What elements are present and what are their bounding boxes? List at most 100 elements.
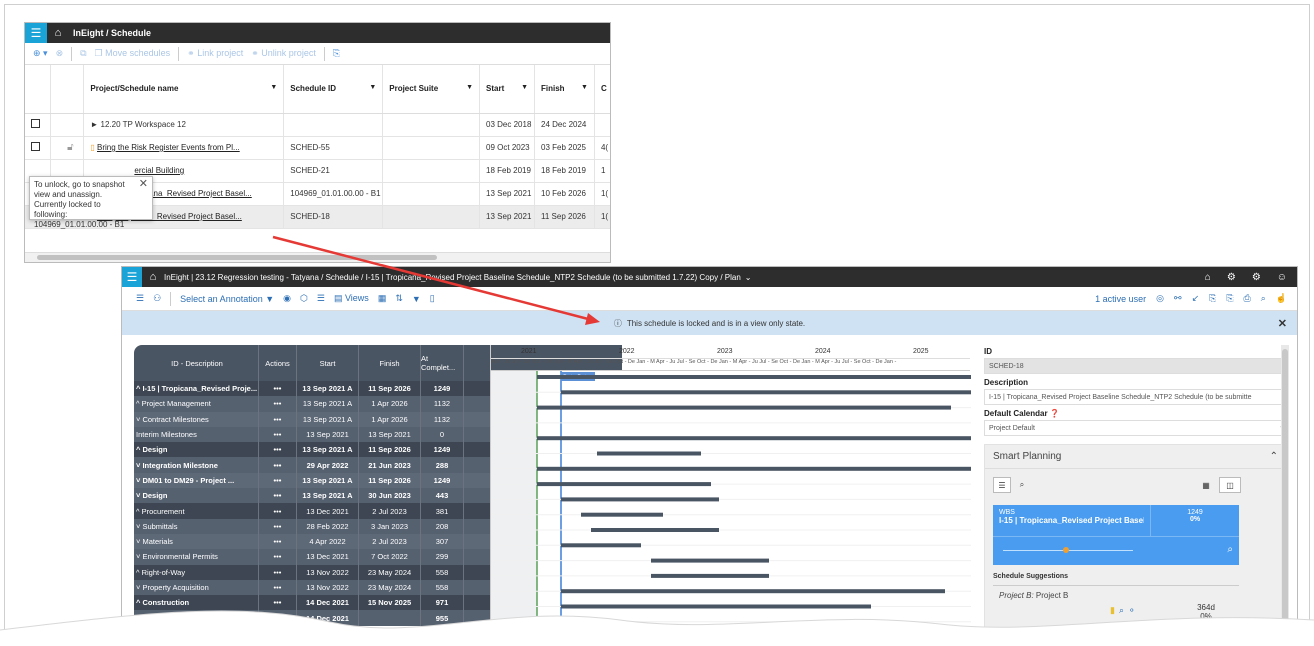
filter-icon[interactable]: ▼	[270, 84, 277, 91]
gantt-bar[interactable]	[561, 543, 641, 548]
col-finish[interactable]: Finish ▼	[534, 65, 595, 114]
gantt-bar[interactable]	[651, 573, 769, 578]
col-c[interactable]: C	[594, 65, 610, 114]
menu-icon[interactable]: ☰	[25, 23, 47, 43]
gantt-bar[interactable]	[651, 558, 769, 563]
row-actions[interactable]: •••	[259, 457, 297, 473]
col-id[interactable]: Schedule ID ▼	[283, 65, 384, 114]
wbs-card[interactable]: WBS I-15 | Tropicana_Revised Project Bas…	[993, 505, 1239, 565]
gantt-bar[interactable]	[537, 482, 711, 487]
gantt-bar[interactable]	[581, 512, 663, 517]
search-icon[interactable]: ⌕	[1261, 293, 1266, 304]
row-actions[interactable]: •••	[259, 426, 297, 443]
calendar-icon[interactable]: ▦	[1197, 477, 1215, 493]
indent-icon[interactable]: ☰	[317, 293, 325, 304]
row-actions[interactable]: •••	[259, 396, 297, 412]
col-header[interactable]: Finish	[359, 345, 421, 381]
export-icon[interactable]: ⎘	[1209, 293, 1216, 304]
breadcrumb[interactable]: InEight | 23.12 Regression testing - Tat…	[164, 273, 741, 282]
description-field[interactable]: I-15 | Tropicana_Revised Project Baselin…	[984, 389, 1289, 405]
export-icon[interactable]: ⎘	[333, 48, 340, 59]
gantt-bar[interactable]	[561, 497, 719, 502]
gantt-bar[interactable]	[537, 375, 971, 379]
help-icon[interactable]: ☝	[1276, 293, 1287, 304]
cube-icon[interactable]: ⬡	[300, 293, 308, 304]
close-icon[interactable]: ✕	[139, 179, 148, 190]
row-actions[interactable]: •••	[259, 549, 297, 565]
unlink-project-button[interactable]: ⚭ Unlink project	[251, 48, 316, 59]
filter-icon[interactable]: ▼	[521, 84, 528, 91]
col-start[interactable]: Start ▼	[479, 65, 536, 114]
row-actions[interactable]: •••	[259, 579, 297, 596]
panel-icon[interactable]: ▯	[430, 293, 435, 304]
filter-icon[interactable]: ▼	[412, 294, 421, 304]
add-icon[interactable]: ⊕ ▾	[33, 48, 48, 59]
camera-icon[interactable]: ◫	[1219, 477, 1241, 493]
row-name[interactable]: ► 12.20 TP Workspace 12	[83, 113, 285, 137]
col-name[interactable]: Project/Schedule name ▼	[83, 65, 285, 114]
row-actions[interactable]: •••	[259, 564, 297, 580]
gantt-bar[interactable]	[537, 405, 951, 410]
copy-icon[interactable]: ⧉	[80, 48, 86, 59]
help-icon[interactable]: ❓	[1050, 409, 1060, 418]
id-field[interactable]: SCHED-18	[984, 358, 1289, 374]
scrollbar-thumb[interactable]	[1282, 349, 1288, 629]
calendar-select[interactable]: Project Default▾	[984, 420, 1289, 436]
row-name[interactable]: Bring the Risk Register Events from Pl..…	[97, 143, 240, 152]
table-row[interactable]: 🔓︎ ▯ Bring the Risk Register Events from…	[25, 136, 610, 160]
chevron-down-icon[interactable]: ⌄	[741, 273, 752, 282]
link-icon[interactable]: ⚯	[1174, 293, 1182, 304]
filter-icon[interactable]: ▼	[581, 84, 588, 91]
active-users[interactable]: 1 active user	[1095, 294, 1146, 304]
filter-icon[interactable]: ▼	[369, 84, 376, 91]
wbs-slider[interactable]: ⌕	[993, 537, 1239, 565]
row-actions[interactable]: •••	[259, 533, 297, 550]
eye-icon[interactable]: ◉	[283, 293, 291, 304]
bank-icon[interactable]: ⌂	[1205, 272, 1211, 283]
scrollbar-thumb[interactable]	[37, 255, 437, 260]
list-icon[interactable]: ☰	[993, 477, 1011, 493]
user-icon[interactable]: ☺	[1277, 272, 1287, 283]
gantt-bar[interactable]	[537, 466, 971, 471]
gantt-bar[interactable]	[537, 436, 971, 441]
row-checkbox[interactable]	[31, 119, 40, 128]
row-actions[interactable]: •••	[259, 442, 297, 458]
gantt-bar[interactable]	[561, 589, 945, 594]
col-header[interactable]: At Complet...	[421, 345, 464, 381]
row-checkbox[interactable]	[31, 142, 40, 151]
gantt-bar[interactable]	[561, 390, 971, 395]
col-header[interactable]: Actions	[259, 345, 297, 381]
list-icon[interactable]: ☰	[136, 293, 144, 304]
row-actions[interactable]: •••	[259, 518, 297, 534]
print-icon[interactable]: ⎙	[1244, 293, 1251, 304]
horizontal-scrollbar[interactable]	[25, 252, 610, 262]
gantt-bar[interactable]	[591, 528, 719, 532]
gear-icon[interactable]: ⚙	[1227, 272, 1236, 283]
views-button[interactable]: ▤ Views	[334, 293, 369, 304]
close-icon[interactable]: ✕	[1278, 317, 1287, 330]
home-icon[interactable]: ⌂	[47, 27, 69, 39]
col-suite[interactable]: Project Suite ▼	[382, 65, 481, 114]
gantt-bar[interactable]	[597, 451, 701, 456]
home-icon[interactable]: ⌂	[142, 271, 164, 283]
menu-icon[interactable]: ☰	[122, 267, 142, 287]
filter-icon[interactable]: ▼	[466, 84, 473, 91]
row-actions[interactable]: •••	[259, 503, 297, 519]
people-icon[interactable]: ⚇	[153, 293, 161, 304]
search-icon[interactable]: ⌕	[1015, 477, 1029, 493]
camera-icon[interactable]: ◎	[1156, 293, 1164, 304]
table-row[interactable]: ► 12.20 TP Workspace 12 03 Dec 2018 24 D…	[25, 113, 610, 137]
settings-icon[interactable]: ⚙	[1252, 272, 1261, 283]
row-name[interactable]: ercial Building	[134, 166, 184, 175]
row-actions[interactable]: •••	[259, 381, 297, 397]
row-actions[interactable]: •••	[259, 488, 297, 504]
search-icon[interactable]: ⌕	[1227, 544, 1233, 555]
sort-icon[interactable]: ⇅	[395, 293, 403, 304]
move-schedules-button[interactable]: ❐ Move schedules	[95, 48, 171, 59]
col-header[interactable]: ID - Description	[134, 345, 259, 381]
smart-planning-header[interactable]: Smart Planning ⌃	[985, 445, 1288, 469]
columns-icon[interactable]: ▦	[378, 293, 387, 304]
row-actions[interactable]: •••	[259, 411, 297, 427]
row-actions[interactable]: •••	[259, 472, 297, 489]
collapse-icon[interactable]: ↙	[1192, 293, 1200, 304]
